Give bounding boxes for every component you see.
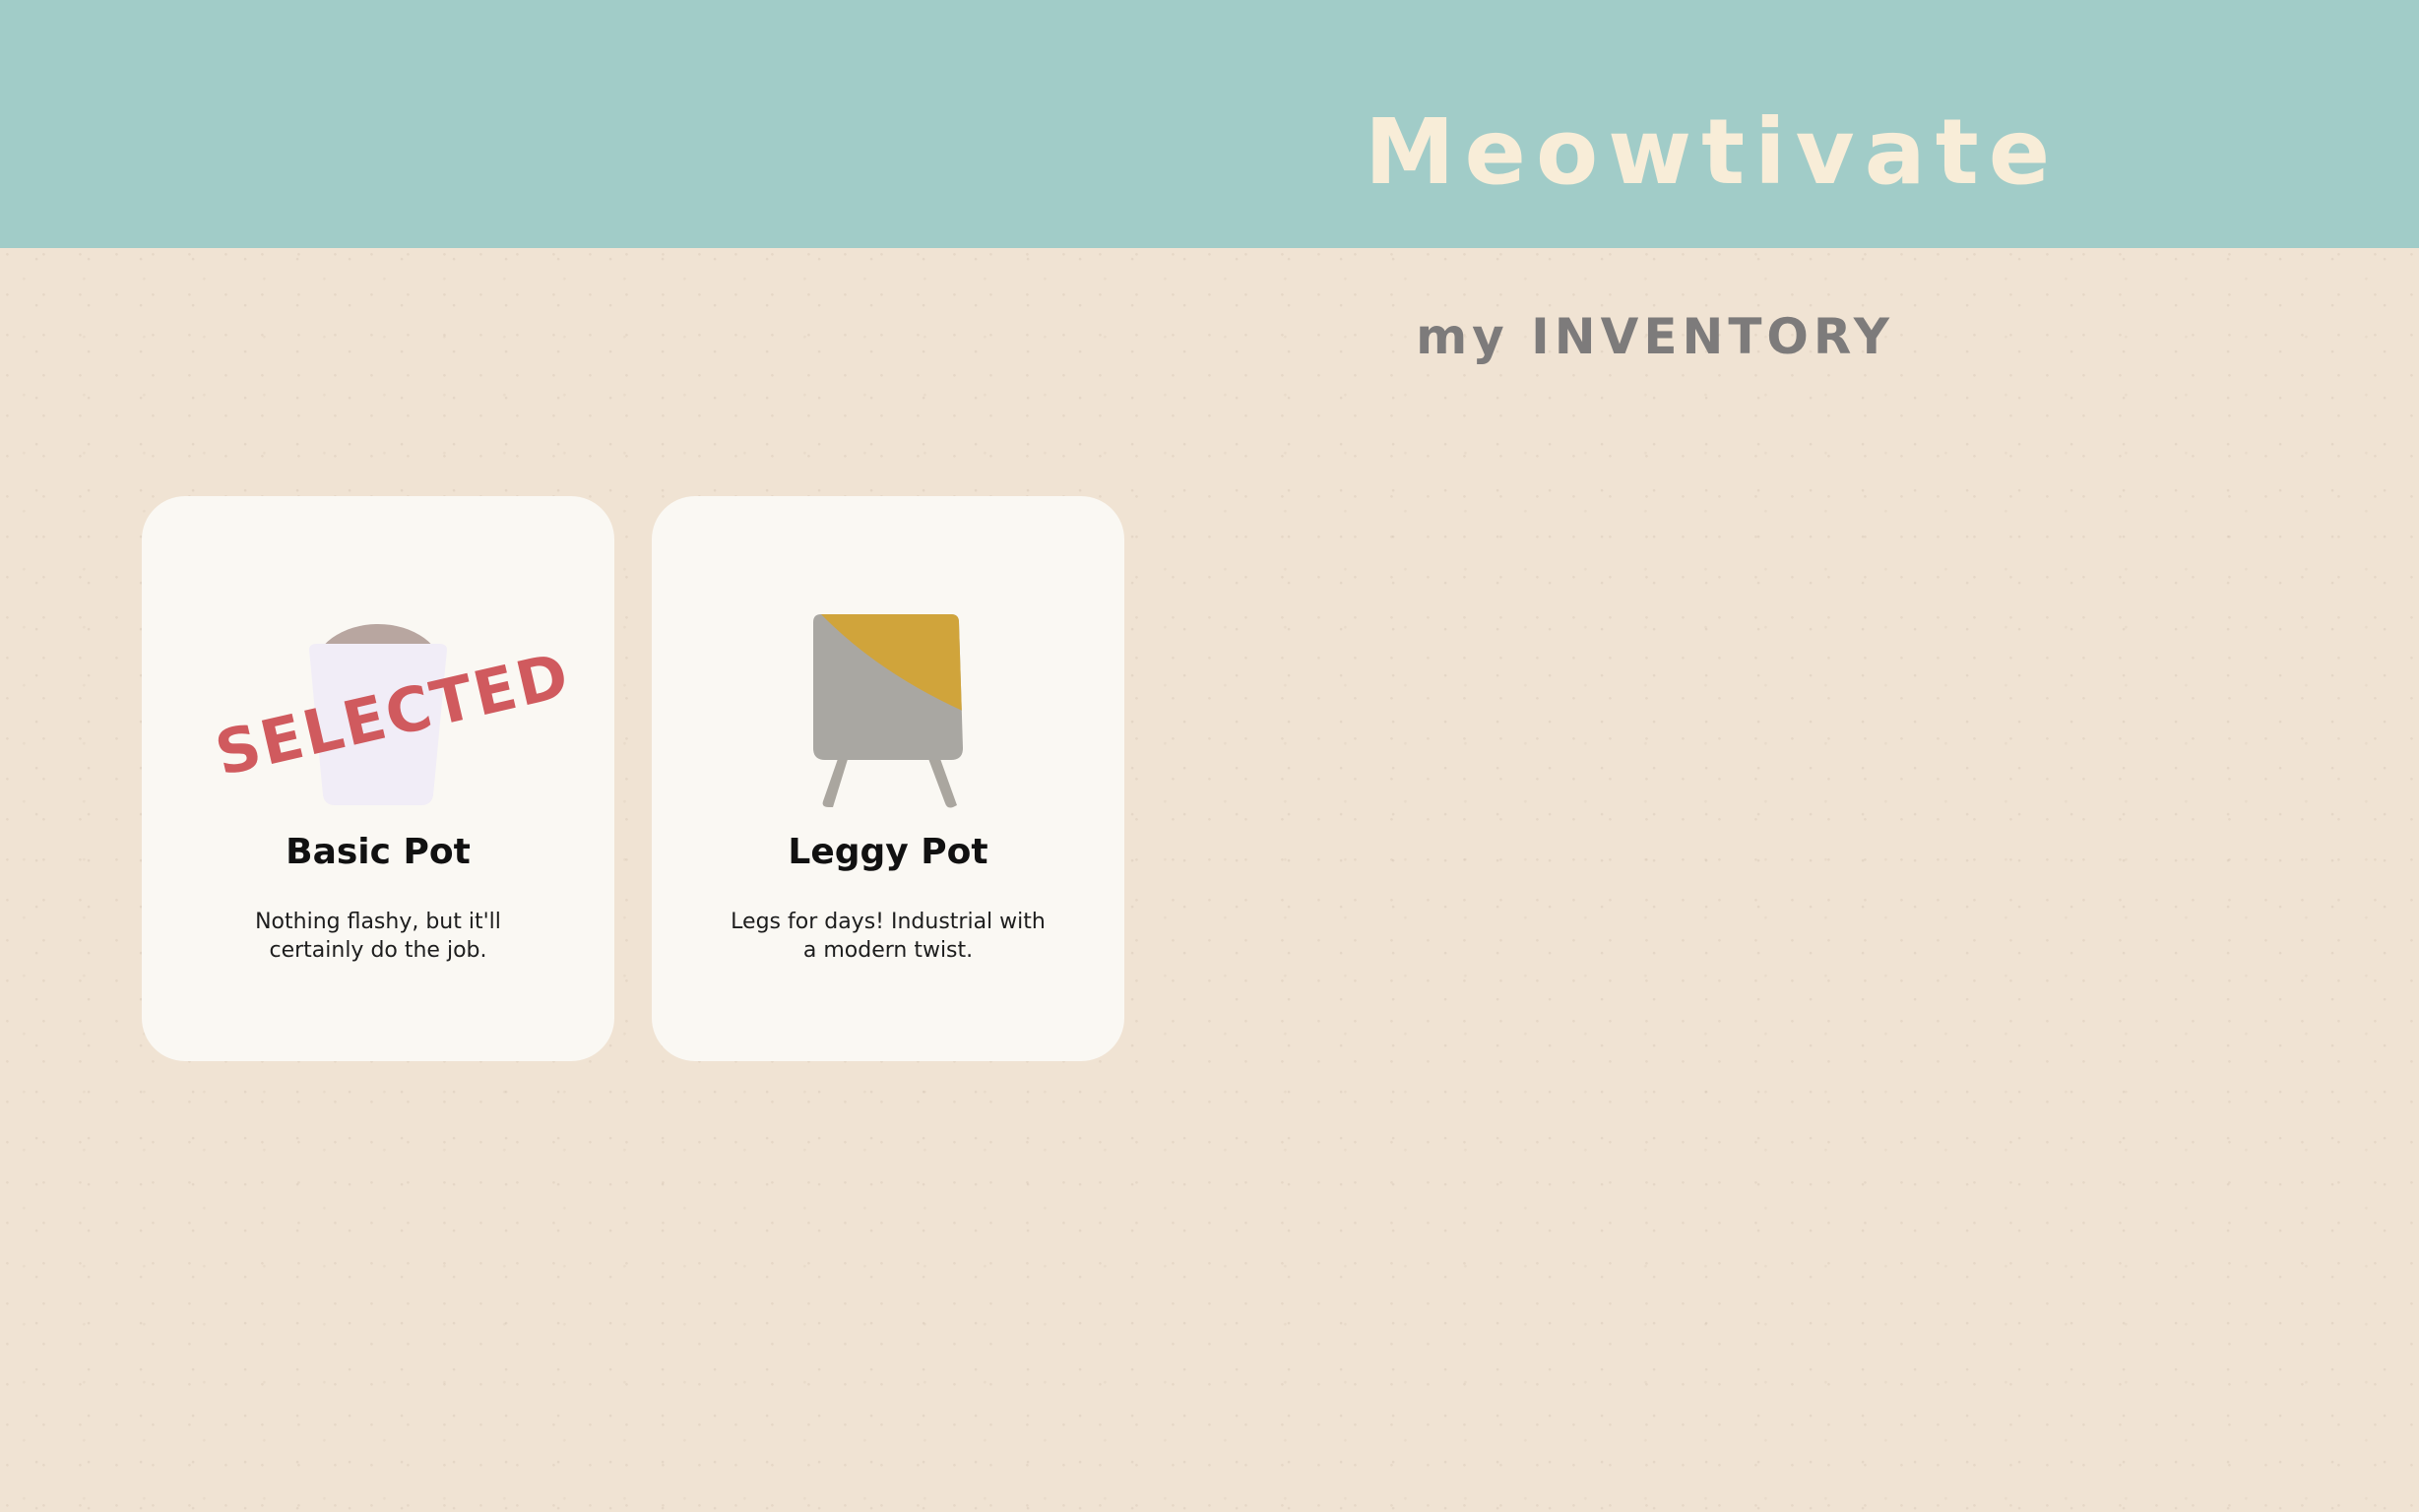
item-name: Leggy Pot xyxy=(788,832,988,872)
page-title: my INVENTORY xyxy=(1416,308,1894,365)
app-title: Meowtivate xyxy=(1365,99,2061,205)
item-name: Basic Pot xyxy=(286,832,471,872)
leggy-pot-icon xyxy=(813,614,963,808)
item-description: Legs for days! Industrial with a modern … xyxy=(731,910,1046,963)
app-header: Meowtivate xyxy=(0,0,2419,248)
inventory-card-leggy-pot[interactable]: Leggy Pot Legs for days! Industrial with… xyxy=(652,496,1124,1061)
inventory-card-basic-pot[interactable]: SELECTED Basic Pot Nothing flashy, but i… xyxy=(142,496,614,1061)
item-description: Nothing flashy, but it'll certainly do t… xyxy=(255,910,501,963)
